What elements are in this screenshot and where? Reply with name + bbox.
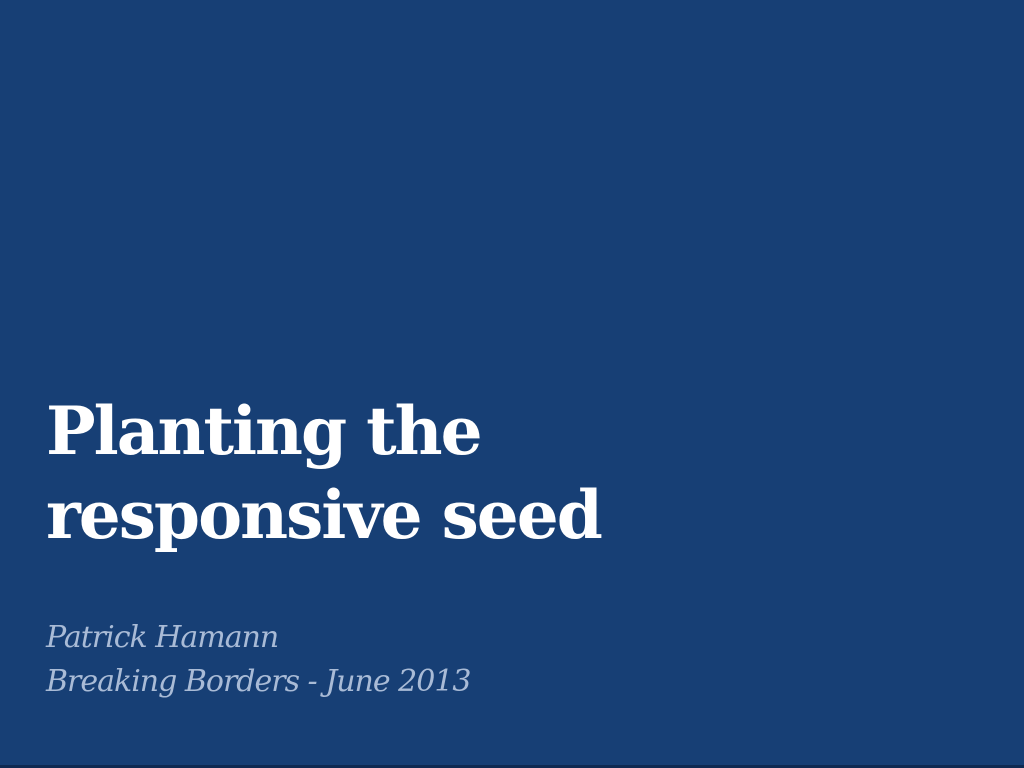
slide-title-line-2: responsive seed [46,476,603,554]
slide-title-line-1: Planting the [46,392,483,470]
slide-title: Planting the responsive seed [46,389,946,557]
presentation-slide: Planting the responsive seed Patrick Ham… [0,0,1024,768]
event-info: Breaking Borders - June 2013 [46,664,472,699]
author-name: Patrick Hamann [46,620,279,655]
slide-subtitle: Patrick Hamann Breaking Borders - June 2… [46,616,946,704]
